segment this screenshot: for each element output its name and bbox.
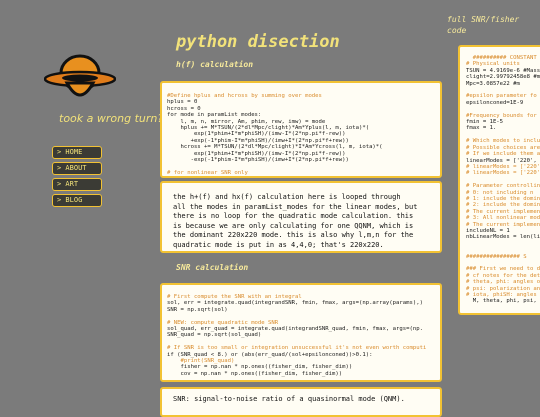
hf-section-heading: h(f) calculation [176,60,254,69]
right_code-line: # The current implemen [466,208,540,215]
right_code-line: # Possible choices are [466,144,540,151]
right_code-line: # linearModes = ['220' [466,163,540,170]
right_code-line: # The current implemen [466,221,540,228]
snr_code-line: # NEW: compute quadratic mode SNR [167,319,279,326]
nav-about-button[interactable]: > ABOUT [52,162,102,175]
right_code-line: # Physical units [466,61,520,68]
right_code-line: TSUN = 4.9169e-6 #Mass [466,67,540,74]
hf_code-line: exp(1*phim+I*m*phiSH)/(imw-I*(2*np.pi*f-… [167,131,346,138]
hf_code-line: hcross = 0 [167,105,201,112]
snr_code-line: # First compute the SNR with an integral [167,294,302,300]
full-code-heading: full SNR/fisher code [447,15,520,35]
full-code-text: ########## CONSTANT # Physical units TSU… [466,55,540,305]
right_code-line: #Frequency bounds for [466,112,537,119]
blackhole-logo [43,45,117,113]
snr_code-line: cov = np.nan * np.ones((fisher_dim, fish… [167,370,343,377]
right_code-line: # Which modes to inclu [466,138,540,145]
right_code-line: # 1: include the domin [466,195,540,202]
hf_code-line: for mode in paramList modes: [167,112,262,119]
page-title: python disection [176,32,340,52]
right_code-line: # theta, phi: angles o [466,279,540,286]
snr_code-line: if (SNR_quad < 8.) or (abs(err_quad/(sol… [167,351,373,358]
right_code-line: # linearModes = ['220' [466,170,540,177]
right_code-line: # psi: polarization ang [466,285,540,292]
hf_code-line: hcross += M*TSUN/(2*dl*Mpc/clight)*I*Am*… [167,144,383,151]
right_code-line: #epsilon parameter fo [466,93,537,100]
nav-art-button[interactable]: > ART [52,178,102,191]
right_code-line: # 2: include the domin [466,202,540,209]
right_code-line: # 0: not including n [466,189,534,196]
right_code-line: epsilonconed=1E-9 [466,99,524,106]
hf_code-line: -exp(-1*phim-I*m*phiSH)/(imw+I*(2*np.pi*… [167,157,349,164]
tagline: took a wrong turn? [59,112,164,125]
snr-explanation-text: SNR: signal-to-noise ratio of a quasinor… [173,395,405,403]
snr_code-line: #print(SNR_quad) [167,358,235,365]
right_code-line: linearModes = ['220', [466,157,537,164]
snr-explanation-card: SNR: signal-to-noise ratio of a quasinor… [160,387,442,417]
hf-code-text: #Define hplus and hcross by summing over… [167,93,440,176]
hf_code-line: # for nonlinear SNR only [167,169,248,176]
hf_code-line: exp(1*phim+I*m*phiSH)/(imw-I*(2*np.pi*f-… [167,150,346,157]
snr_code-line: fisher = np.nan * np.ones((fisher_dim, f… [167,364,353,371]
right_code-line: ########## CONSTANT [466,55,537,61]
right_code-line: Mpc=3.0857e22 #m [466,80,520,87]
nav-home-button[interactable]: > HOME [52,146,102,159]
snr_code-line: # If SNR is too small or integration uns… [167,345,427,352]
right_code-line: # 3: All nonlinear mod [466,215,540,222]
snr_code-line: sol_quad, err_quad = integrate.quad(inte… [167,326,423,333]
right_code-line: clight=2.99792458e8 #m [466,74,540,81]
right_code-line: # cf notes for the det [466,272,540,279]
right_code-line: # If we include them a [466,151,540,158]
hf-code-block: #Define hplus and hcross by summing over… [160,81,442,178]
full-code-block: ########## CONSTANT # Physical units TSU… [458,45,540,315]
right_code-line: # Parameter controllin [466,183,540,190]
right_code-line: fmax = 1. [466,125,497,132]
right_code-line: ################ S [466,253,527,260]
snr-code-block: # First compute the SNR with an integral… [160,283,442,382]
hf-explanation-text: the h+(f) and hx(f) calculation here is … [173,193,418,249]
right_code-line: # iota, phiSH: angles [466,292,537,299]
nav-blog-button[interactable]: > BLOG [52,194,102,207]
snr_code-line: sol, err = integrate.quad(integrandSNR, … [167,300,423,307]
main-nav: > HOME > ABOUT > ART > BLOG [52,146,102,210]
hf_code-line: l, m, n, mirror, Am, phim, rew, imw) = m… [167,118,326,125]
right_code-line: includeNL = 1 [466,227,510,234]
hf_code-line: #Define hplus and hcross by summing over… [167,93,322,99]
hf_code-line: hplus += M*TSUN/(2*dl*Mpc/clight)*Am*Ypl… [167,125,370,132]
right_code-line: fmin = 1E-5 [466,119,504,126]
right_code-line: ### First we need to d [466,266,540,273]
snr-code-text: # First compute the SNR with an integral… [167,294,440,377]
snr_code-line: SNR_quad = np.sqrt(sol_quad) [167,332,262,339]
snr-section-heading: SNR calculation [176,263,249,272]
hf_code-line: hplus = 0 [167,99,198,106]
hf_code-line: +exp(-1*phim-I*m*phiSH)/(imw+I*(2*np.pi*… [167,137,349,144]
hf-explanation-card: the h+(f) and hx(f) calculation here is … [160,181,442,253]
snr_code-line: SNR = np.sqrt(sol) [167,306,228,313]
right_code-line: nbLinearModes = len(li [466,234,540,241]
right_code-line: M, theta, phi, psi, ph [466,298,540,305]
